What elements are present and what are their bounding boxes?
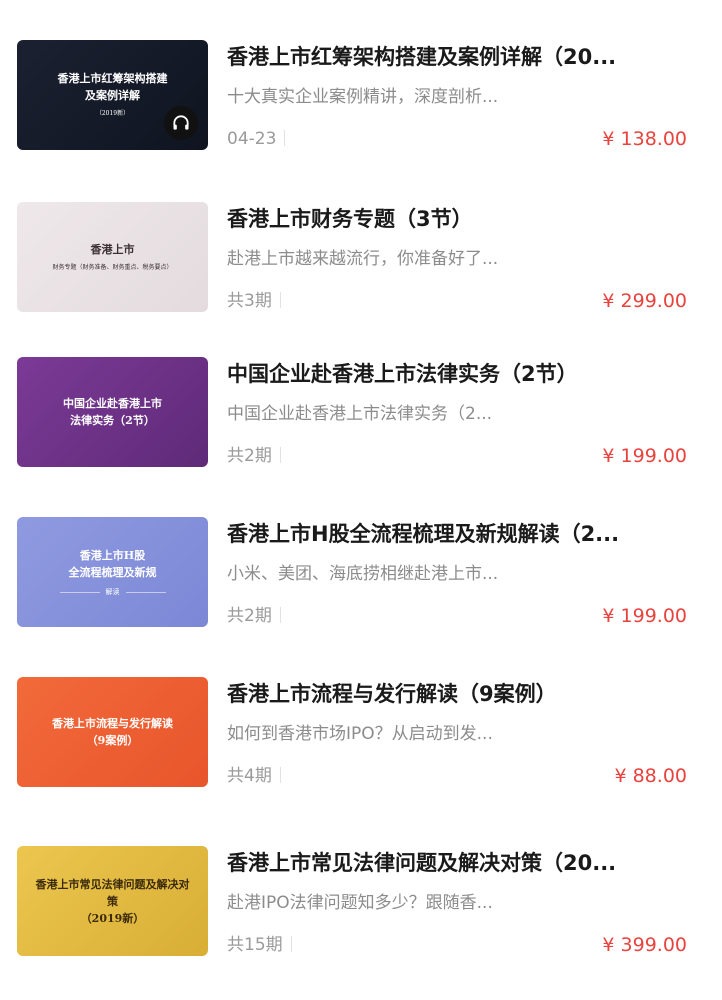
course-item[interactable]: 香港上市 财务专题（财务准备、财务重点、税务要点） 香港上市财务专题（3节） 赴…: [0, 202, 722, 342]
meta-divider: [279, 767, 281, 783]
course-price: ¥ 199.00: [602, 605, 687, 627]
course-price: ¥ 199.00: [602, 445, 687, 467]
course-thumbnail[interactable]: 香港上市红筹架构搭建 及案例详解 （2019新）: [17, 40, 208, 150]
course-thumbnail[interactable]: 香港上市H股 全流程梳理及新规 解读: [17, 517, 208, 627]
course-thumbnail[interactable]: 中国企业赴香港上市 法律实务（2节）: [17, 357, 208, 467]
thumbnail-tag-label: 解读: [105, 588, 120, 596]
course-title[interactable]: 香港上市财务专题（3节）: [227, 204, 689, 234]
course-episodes: 共2期: [227, 446, 272, 466]
course-description: 赴港上市越来越流行，你准备好了...: [227, 249, 499, 269]
course-thumbnail[interactable]: 香港上市流程与发行解读 （9案例）: [17, 677, 208, 787]
thumbnail-title: 中国企业赴香港上市 法律实务（2节）: [63, 397, 162, 427]
course-meta: 共3期: [227, 288, 281, 314]
course-title[interactable]: 香港上市流程与发行解读（9案例）: [227, 679, 689, 709]
course-meta: 04-23: [227, 126, 286, 152]
course-item[interactable]: 香港上市常见法律问题及解决对策 （2019新） 香港上市常见法律问题及解决对策（…: [0, 846, 722, 986]
course-price: ¥ 88.00: [614, 765, 687, 787]
thumbnail-title: 香港上市H股 全流程梳理及新规: [68, 549, 157, 579]
course-thumbnail[interactable]: 香港上市 财务专题（财务准备、财务重点、税务要点）: [17, 202, 208, 312]
thumbnail-title: 香港上市常见法律问题及解决对策 （2019新）: [35, 877, 190, 925]
course-meta: 共2期: [227, 443, 281, 469]
tag-rule: [125, 591, 166, 593]
course-price: ¥ 399.00: [602, 934, 687, 956]
course-description: 如何到香港市场IPO？从启动到发...: [227, 724, 493, 744]
course-list: 香港上市红筹架构搭建 及案例详解 （2019新） 香港上市红筹架构搭建及案例详解…: [0, 0, 722, 1000]
tag-rule: [59, 591, 100, 593]
course-item[interactable]: 香港上市流程与发行解读 （9案例） 香港上市流程与发行解读（9案例） 如何到香港…: [0, 677, 722, 817]
course-episodes: 共15期: [227, 935, 283, 955]
thumbnail-subtitle: 财务专题（财务准备、财务重点、税务要点）: [52, 263, 173, 271]
meta-divider: [279, 607, 281, 623]
course-description: 十大真实企业案例精讲，深度剖析...: [227, 87, 499, 107]
course-meta: 共15期: [227, 932, 292, 958]
course-episodes: 共3期: [227, 291, 272, 311]
course-meta: 共2期: [227, 603, 281, 629]
course-meta: 共4期: [227, 763, 281, 789]
course-episodes: 共4期: [227, 766, 272, 786]
course-description: 中国企业赴香港上市法律实务（2...: [227, 404, 493, 424]
meta-divider: [290, 936, 292, 952]
thumbnail-title: 香港上市: [90, 242, 135, 256]
course-item[interactable]: 香港上市H股 全流程梳理及新规 解读 香港上市H股全流程梳理及新规解读（2...…: [0, 517, 722, 657]
meta-divider: [279, 292, 281, 308]
thumbnail-subtitle: （2019新）: [95, 110, 130, 117]
thumbnail-title: 香港上市流程与发行解读 （9案例）: [52, 717, 173, 747]
course-title[interactable]: 香港上市H股全流程梳理及新规解读（2...: [227, 519, 689, 549]
course-description: 小米、美团、海底捞相继赴港上市...: [227, 564, 499, 584]
course-title[interactable]: 香港上市红筹架构搭建及案例详解（20...: [227, 42, 689, 72]
course-thumbnail[interactable]: 香港上市常见法律问题及解决对策 （2019新）: [17, 846, 208, 956]
meta-divider: [284, 130, 286, 146]
headphones-icon[interactable]: [164, 106, 198, 140]
thumbnail-title: 香港上市红筹架构搭建 及案例详解: [57, 72, 168, 102]
course-item[interactable]: 中国企业赴香港上市 法律实务（2节） 中国企业赴香港上市法律实务（2节） 中国企…: [0, 357, 722, 497]
course-title[interactable]: 中国企业赴香港上市法律实务（2节）: [227, 359, 689, 389]
course-date: 04-23: [227, 129, 277, 149]
course-price: ¥ 299.00: [602, 290, 687, 312]
meta-divider: [279, 447, 281, 463]
course-description: 赴港IPO法律问题知多少？跟随香...: [227, 893, 493, 913]
course-episodes: 共2期: [227, 606, 272, 626]
course-title[interactable]: 香港上市常见法律问题及解决对策（20...: [227, 848, 689, 878]
course-item[interactable]: 香港上市红筹架构搭建 及案例详解 （2019新） 香港上市红筹架构搭建及案例详解…: [0, 40, 722, 180]
thumbnail-tag: 解读: [59, 587, 166, 597]
course-price: ¥ 138.00: [602, 128, 687, 150]
